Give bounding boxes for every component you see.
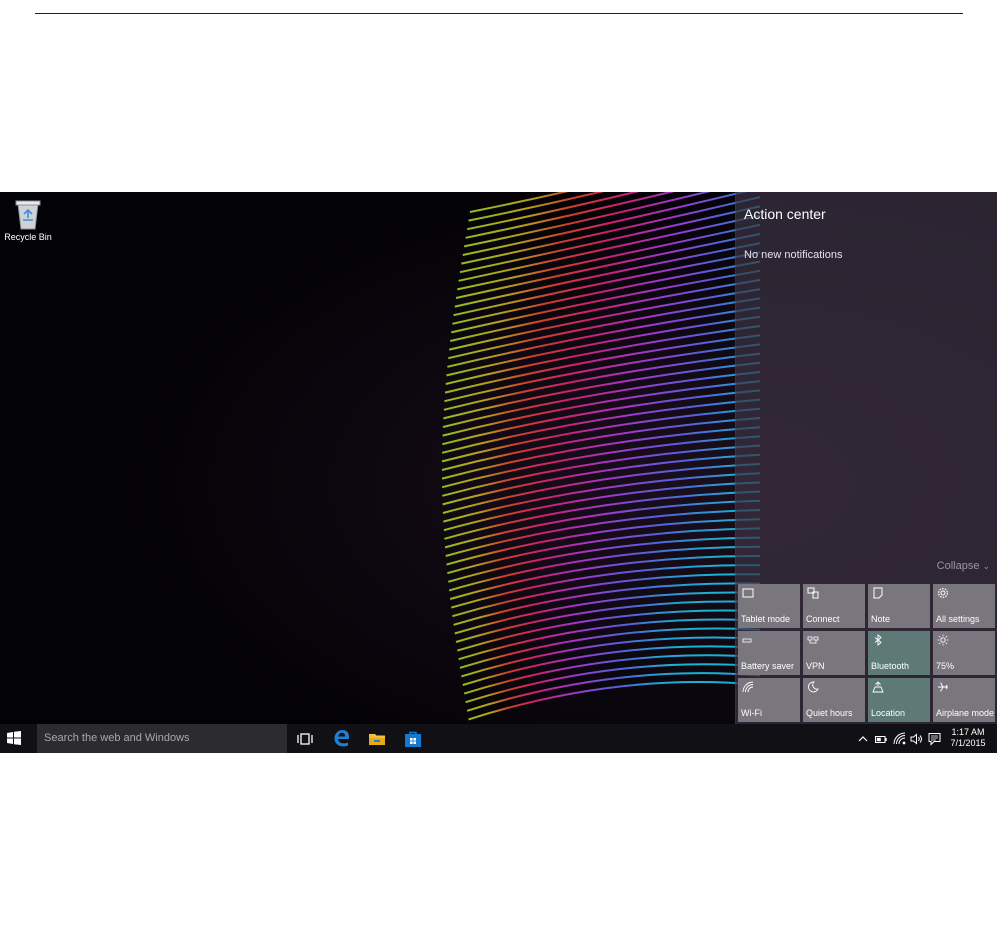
task-view-icon[interactable] xyxy=(296,730,314,748)
quick-action-tile[interactable]: Airplane mode xyxy=(933,678,995,722)
vpn-icon xyxy=(807,636,819,644)
collapse-button[interactable]: Collapse ⌄ xyxy=(937,560,990,572)
gear-icon xyxy=(937,587,949,599)
action-center-title: Action center xyxy=(744,206,826,222)
recycle-bin-icon xyxy=(15,200,41,230)
taskbar: Search the web and Windows 1:17 AM 7/1/2… xyxy=(0,724,997,753)
search-placeholder: Search the web and Windows xyxy=(44,732,190,744)
action-center-tray-icon[interactable] xyxy=(928,732,941,746)
quick-action-label: Tablet mode xyxy=(741,614,791,624)
store-icon[interactable] xyxy=(404,730,422,748)
quick-action-label: Connect xyxy=(806,614,840,624)
quick-action-tile[interactable]: Tablet mode xyxy=(738,584,800,628)
show-hidden-icons-chevron-icon[interactable] xyxy=(858,732,868,746)
quick-action-label: All settings xyxy=(936,614,980,624)
quick-action-tile[interactable]: Location xyxy=(868,678,930,722)
quick-action-label: Airplane mode xyxy=(936,708,995,718)
chevron-down-icon: ⌄ xyxy=(982,561,990,571)
battery-icon[interactable] xyxy=(875,732,887,746)
collapse-label: Collapse xyxy=(936,560,980,572)
quick-action-tile[interactable]: Bluetooth xyxy=(868,631,930,675)
quick-action-tile[interactable]: Battery saver xyxy=(738,631,800,675)
clock-time: 1:17 AM xyxy=(951,727,985,737)
quick-action-label: VPN xyxy=(806,661,825,671)
quick-action-tile[interactable]: 75% xyxy=(933,631,995,675)
search-box[interactable]: Search the web and Windows xyxy=(37,724,287,753)
quick-action-label: Battery saver xyxy=(741,661,795,671)
quick-action-tile[interactable]: Connect xyxy=(803,584,865,628)
quick-action-tile[interactable]: VPN xyxy=(803,631,865,675)
quick-action-tile[interactable]: Note xyxy=(868,584,930,628)
clock[interactable]: 1:17 AM 7/1/2015 xyxy=(947,727,989,749)
bluetooth-icon xyxy=(874,634,882,646)
no-notifications-text: No new notifications xyxy=(744,249,843,261)
wifi-icon xyxy=(742,681,754,693)
quick-action-label: 75% xyxy=(936,661,955,671)
location-icon xyxy=(872,681,884,693)
clock-date: 7/1/2015 xyxy=(950,738,986,748)
windows-start-button[interactable] xyxy=(6,730,22,746)
document-top-rule xyxy=(35,13,963,14)
quick-action-label: Wi-Fi xyxy=(741,708,762,718)
volume-icon[interactable] xyxy=(910,732,923,746)
moon-icon xyxy=(808,681,819,693)
airplane-icon xyxy=(938,682,948,692)
note-icon xyxy=(873,587,883,599)
edge-browser-icon[interactable] xyxy=(332,728,352,748)
quick-action-label: Bluetooth xyxy=(871,661,910,671)
quick-action-tile[interactable]: All settings xyxy=(933,584,995,628)
battery-saver-icon xyxy=(742,638,752,643)
quick-action-label: Note xyxy=(871,614,891,624)
quick-action-tile[interactable]: Quiet hours xyxy=(803,678,865,722)
quick-action-label: Location xyxy=(871,708,906,718)
action-center-panel: Action center No new notifications Colla… xyxy=(735,192,997,724)
quick-action-label: Quiet hours xyxy=(806,708,853,718)
recycle-bin-shortcut[interactable]: Recycle Bin xyxy=(4,198,52,243)
quick-action-tile[interactable]: Wi-Fi xyxy=(738,678,800,722)
connect-icon xyxy=(807,587,819,599)
desktop-screen: Recycle Bin Action center No new notific… xyxy=(0,192,997,753)
file-explorer-icon[interactable] xyxy=(368,730,386,748)
quick-actions-grid: Tablet mode Connect Note All settings Batter… xyxy=(738,584,997,722)
wifi-tray-icon[interactable] xyxy=(893,732,906,746)
brightness-icon xyxy=(937,634,949,646)
recycle-bin-label: Recycle Bin xyxy=(4,232,52,242)
tablet-mode-icon xyxy=(742,588,754,598)
